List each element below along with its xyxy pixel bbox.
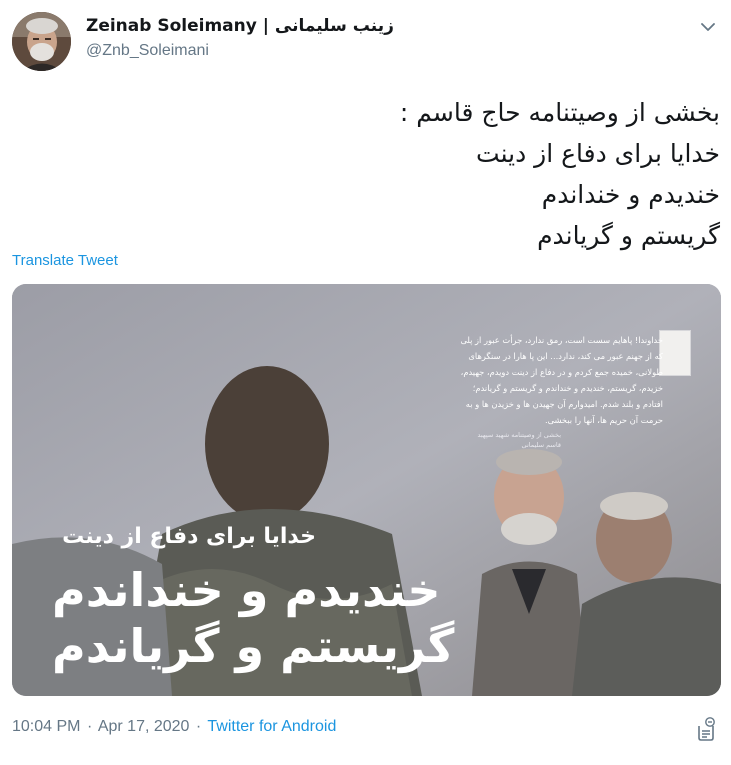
- display-name[interactable]: Zeinab Soleimany | زینب سلیمانی: [86, 16, 394, 36]
- meta-separator: ·: [195, 718, 202, 735]
- user-handle[interactable]: @Znb_Soleimani: [86, 42, 394, 60]
- tweet-header: Zeinab Soleimany | زینب سلیمانی @Znb_Sol…: [12, 12, 719, 72]
- share-icon[interactable]: [695, 716, 717, 742]
- tweet-media-image[interactable]: خداوندا! پاهایم سست است، رمق ندارد، جرأت…: [12, 284, 721, 696]
- tweet-time[interactable]: 10:04 PM: [12, 718, 80, 735]
- poster-signature: بخشی از وصیتنامه شهید سپهبد قاسم سلیمانی: [477, 431, 561, 449]
- profile-photo-icon: [12, 12, 71, 71]
- portrait-sketch-icon: [659, 330, 691, 376]
- tweet-source-link[interactable]: Twitter for Android: [207, 718, 336, 735]
- tweet-card: Zeinab Soleimany | زینب سلیمانی @Znb_Sol…: [0, 0, 731, 765]
- tweet-text-line: خندیدم و خنداندم: [541, 180, 720, 209]
- tweet-text-line: خدایا برای دفاع از دینت: [476, 139, 720, 168]
- poster-title-small: خدایا برای دفاع از دینت: [62, 524, 316, 549]
- poster-title-line: خندیدم و خنداندم: [52, 563, 441, 617]
- user-names: Zeinab Soleimany | زینب سلیمانی @Znb_Sol…: [86, 16, 394, 60]
- tweet-date[interactable]: Apr 17, 2020: [98, 718, 190, 735]
- poster-title-line: گریستم و گریاندم: [52, 619, 455, 673]
- avatar[interactable]: [12, 12, 71, 71]
- poster-paragraph: خداوندا! پاهایم سست است، رمق ندارد، جرأت…: [460, 335, 663, 425]
- meta-separator: ·: [86, 718, 93, 735]
- chevron-down-icon[interactable]: [697, 16, 719, 38]
- translate-tweet-link[interactable]: Translate Tweet: [12, 252, 118, 269]
- tweet-text-line: گریستم و گریاندم: [537, 221, 720, 250]
- tweet-text: بخشی از وصیتنامه حاج قاسم : خدایا برای د…: [30, 92, 720, 256]
- tweet-meta: 10:04 PM · Apr 17, 2020 · Twitter for An…: [12, 718, 336, 736]
- tweet-text-line: بخشی از وصیتنامه حاج قاسم :: [399, 98, 720, 127]
